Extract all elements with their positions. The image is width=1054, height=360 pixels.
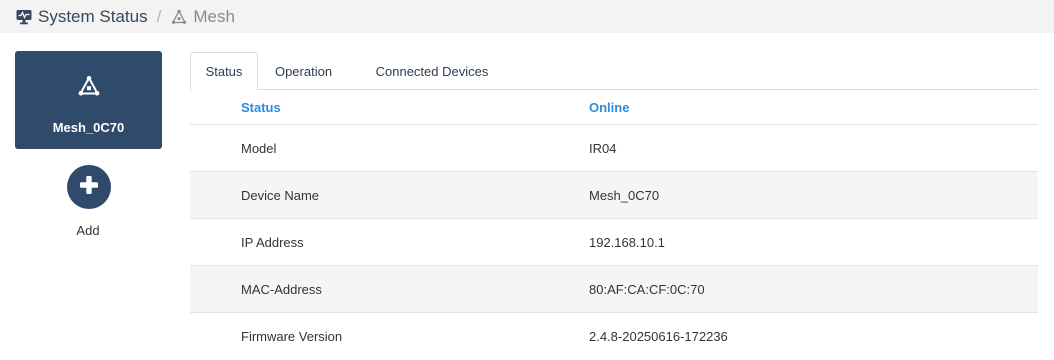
breadcrumb-section-label: System Status xyxy=(38,6,148,26)
tab-operation[interactable]: Operation xyxy=(260,52,347,90)
breadcrumb: System Status / Mesh xyxy=(0,0,1054,33)
table-row-mac-address: MAC-Address 80:AF:CA:CF:0C:70 xyxy=(190,266,1038,313)
tab-bar: Status Operation Connected Devices xyxy=(190,52,1038,91)
table-header-row: Status Online xyxy=(190,90,1038,125)
table-row-model: Model IR04 xyxy=(190,125,1038,172)
mesh-icon xyxy=(171,9,187,25)
tab-status[interactable]: Status xyxy=(190,52,258,91)
device-card-label: Mesh_0C70 xyxy=(52,120,125,135)
row-value: IR04 xyxy=(589,140,617,156)
breadcrumb-current-label: Mesh xyxy=(193,6,235,26)
row-key: Firmware Version xyxy=(241,329,343,344)
row-key: Device Name xyxy=(241,187,320,203)
add-device-label[interactable]: Add xyxy=(0,223,176,238)
header-status-value: Online xyxy=(589,99,630,115)
header-status-label: Status xyxy=(241,99,281,115)
row-key: IP Address xyxy=(241,234,304,250)
row-key: MAC-Address xyxy=(241,281,322,297)
table-row-ip-address: IP Address 192.168.10.1 xyxy=(190,219,1038,266)
row-value: 80:AF:CA:CF:0C:70 xyxy=(589,281,705,297)
row-value: Mesh_0C70 xyxy=(589,187,660,203)
status-table: Status Online Model IR04 Device Name Mes… xyxy=(190,90,1038,360)
breadcrumb-separator: / xyxy=(156,6,162,26)
row-value: 192.168.10.1 xyxy=(589,234,665,250)
tab-connected-devices[interactable]: Connected Devices xyxy=(350,52,514,90)
monitor-icon xyxy=(16,9,32,25)
table-row-device-name: Device Name Mesh_0C70 xyxy=(190,172,1038,219)
row-value: 2.4.8-20250616-172236 xyxy=(589,329,728,344)
add-device-button[interactable] xyxy=(67,165,111,209)
breadcrumb-current: Mesh xyxy=(171,7,235,27)
plus-icon xyxy=(78,174,100,201)
device-card-mesh[interactable]: Mesh_0C70 xyxy=(15,51,162,149)
row-key: Model xyxy=(241,140,277,156)
table-row-firmware-version: Firmware Version 2.4.8-20250616-172236 xyxy=(190,313,1038,360)
mesh-icon xyxy=(78,75,100,102)
breadcrumb-section[interactable]: System Status xyxy=(16,7,148,27)
